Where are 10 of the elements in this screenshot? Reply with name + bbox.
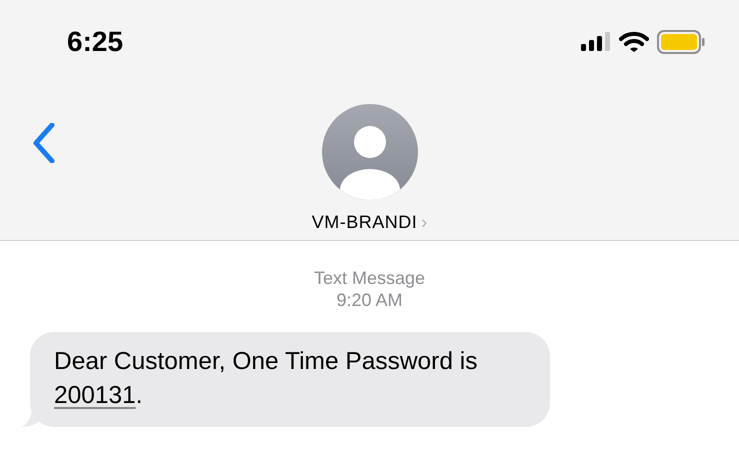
message-time: 9:20 AM [336,289,403,311]
avatar-icon[interactable] [322,104,418,200]
code-link[interactable]: 200131 [54,382,136,409]
status-time: 6:25 [67,28,124,56]
wifi-icon [619,31,649,53]
battery-icon [657,30,705,54]
message-text: Dear Customer, One Time Password is 200131. [54,347,478,411]
service-label: Text Message [314,267,426,289]
contact-name[interactable]: VM-BRANDI › [312,209,428,236]
signal-icon [581,32,611,52]
